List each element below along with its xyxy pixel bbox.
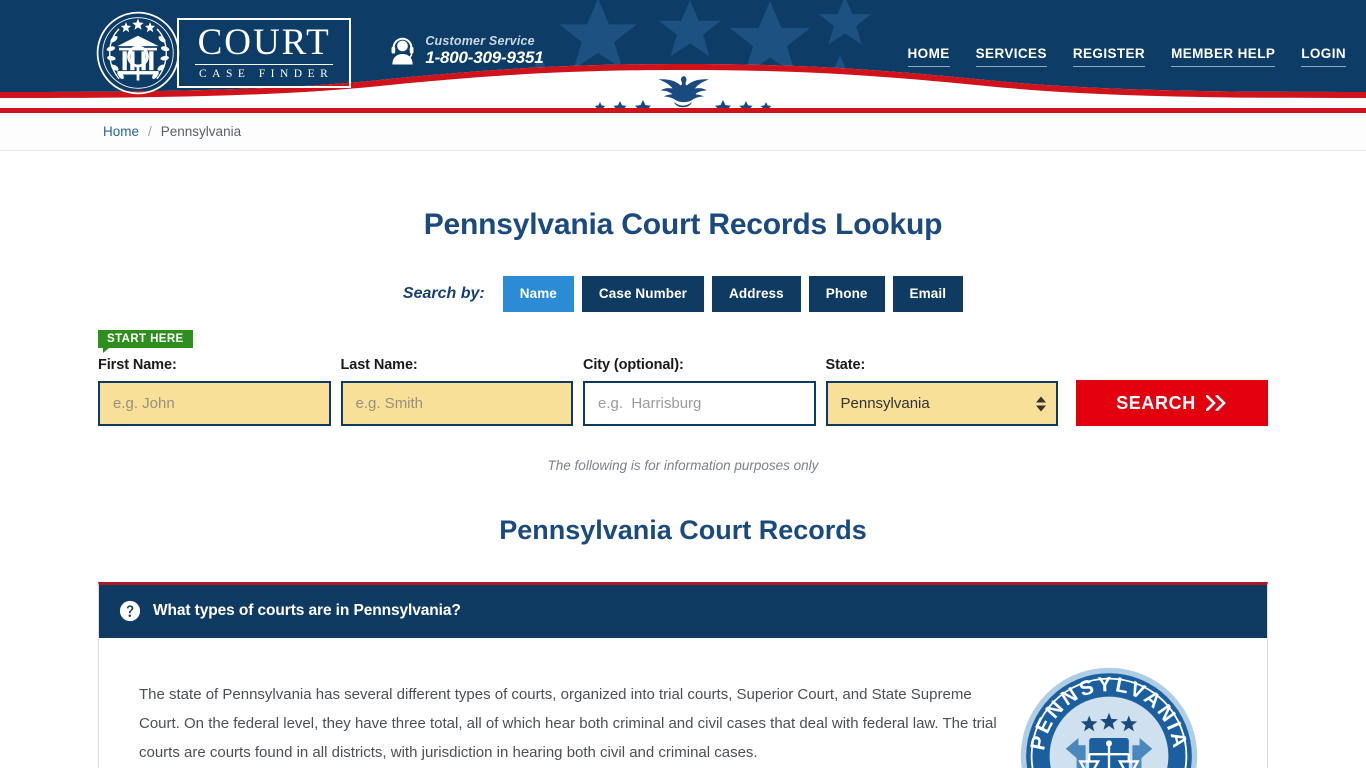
search-button-label: SEARCH xyxy=(1116,392,1196,413)
page-content: Pennsylvania Court Records Lookup Search… xyxy=(0,151,1366,768)
city-input[interactable] xyxy=(583,381,816,426)
last-name-label: Last Name: xyxy=(340,357,418,373)
breadcrumb-current: Pennsylvania xyxy=(160,124,242,139)
tab-address[interactable]: Address xyxy=(712,276,801,312)
tab-name[interactable]: Name xyxy=(502,276,574,312)
search-button[interactable]: SEARCH xyxy=(1076,380,1268,426)
search-by-label: Search by: xyxy=(402,285,485,302)
faq-answer: The state of Pennsylvania has several di… xyxy=(139,686,997,761)
start-here-wrapper: START HERE xyxy=(98,329,1366,353)
tab-phone[interactable]: Phone xyxy=(808,276,885,312)
nav-item-services[interactable]: SERVICES xyxy=(975,46,1047,67)
nav-item-home[interactable]: HOME xyxy=(907,46,950,67)
logo-secondary-text: CASE FINDER xyxy=(199,67,334,80)
customer-service-label: Customer Service xyxy=(425,34,535,48)
faq-body: The state of Pennsylvania has several di… xyxy=(99,638,1267,768)
state-select-wrapper: Pennsylvania xyxy=(825,381,1058,426)
tab-case-number[interactable]: Case Number xyxy=(581,276,705,312)
tab-email[interactable]: Email xyxy=(892,276,964,312)
last-name-field-group: Last Name: xyxy=(340,357,573,426)
question-mark-circle-icon xyxy=(119,600,141,622)
breadcrumb-separator: / xyxy=(148,124,152,139)
section-title: Pennsylvania Court Records xyxy=(499,515,867,545)
logo-primary-text: COURT xyxy=(195,24,334,65)
faq-card: What types of courts are in Pennsylvania… xyxy=(98,582,1268,768)
page-title: Pennsylvania Court Records Lookup xyxy=(423,208,943,241)
faq-seal-wrapper: PENNSYLVANIA xyxy=(1019,666,1199,768)
main-navigation: HOME SERVICES REGISTER MEMBER HELP LOGIN xyxy=(907,46,1346,67)
first-name-input[interactable] xyxy=(98,381,331,426)
state-field-group: State: Pennsylvania xyxy=(825,357,1058,426)
search-form: First Name: Last Name: City (optional): … xyxy=(0,357,1366,426)
logo-wordmark: COURT CASE FINDER xyxy=(177,18,352,88)
state-select-value: Pennsylvania xyxy=(840,395,930,412)
nav-item-register[interactable]: REGISTER xyxy=(1072,46,1146,67)
faq-question: What types of courts are in Pennsylvania… xyxy=(153,602,461,619)
headset-support-icon xyxy=(391,37,414,65)
faq-accordion-header[interactable]: What types of courts are in Pennsylvania… xyxy=(99,585,1267,638)
city-field-group: City (optional): xyxy=(583,357,816,426)
customer-service-phone: 1-800-309-9351 xyxy=(425,48,544,67)
last-name-input[interactable] xyxy=(340,381,573,426)
pennsylvania-seal-icon: PENNSYLVANIA xyxy=(1020,667,1198,768)
state-label: State: xyxy=(825,357,866,373)
nav-item-login[interactable]: LOGIN xyxy=(1301,46,1346,67)
court-emblem-icon xyxy=(96,11,180,95)
customer-service-block: Customer Service 1-800-309-9351 xyxy=(389,34,544,67)
first-name-label: First Name: xyxy=(98,357,177,373)
double-chevron-right-icon xyxy=(1205,395,1226,411)
state-select[interactable]: Pennsylvania xyxy=(825,381,1058,426)
nav-item-member-help[interactable]: MEMBER HELP xyxy=(1171,46,1276,67)
breadcrumb-home-link[interactable]: Home xyxy=(103,124,139,139)
breadcrumb: Home / Pennsylvania xyxy=(0,113,1366,151)
city-label: City (optional): xyxy=(583,357,684,373)
search-by-tabs: Search by: Name Case Number Address Phon… xyxy=(0,276,1366,312)
info-note: The following is for information purpose… xyxy=(547,458,819,473)
site-header: COURT CASE FINDER Customer Service 1-800… xyxy=(0,0,1366,108)
site-logo[interactable]: COURT CASE FINDER xyxy=(95,10,352,96)
start-here-badge: START HERE xyxy=(98,330,193,353)
first-name-field-group: First Name: xyxy=(98,357,331,426)
